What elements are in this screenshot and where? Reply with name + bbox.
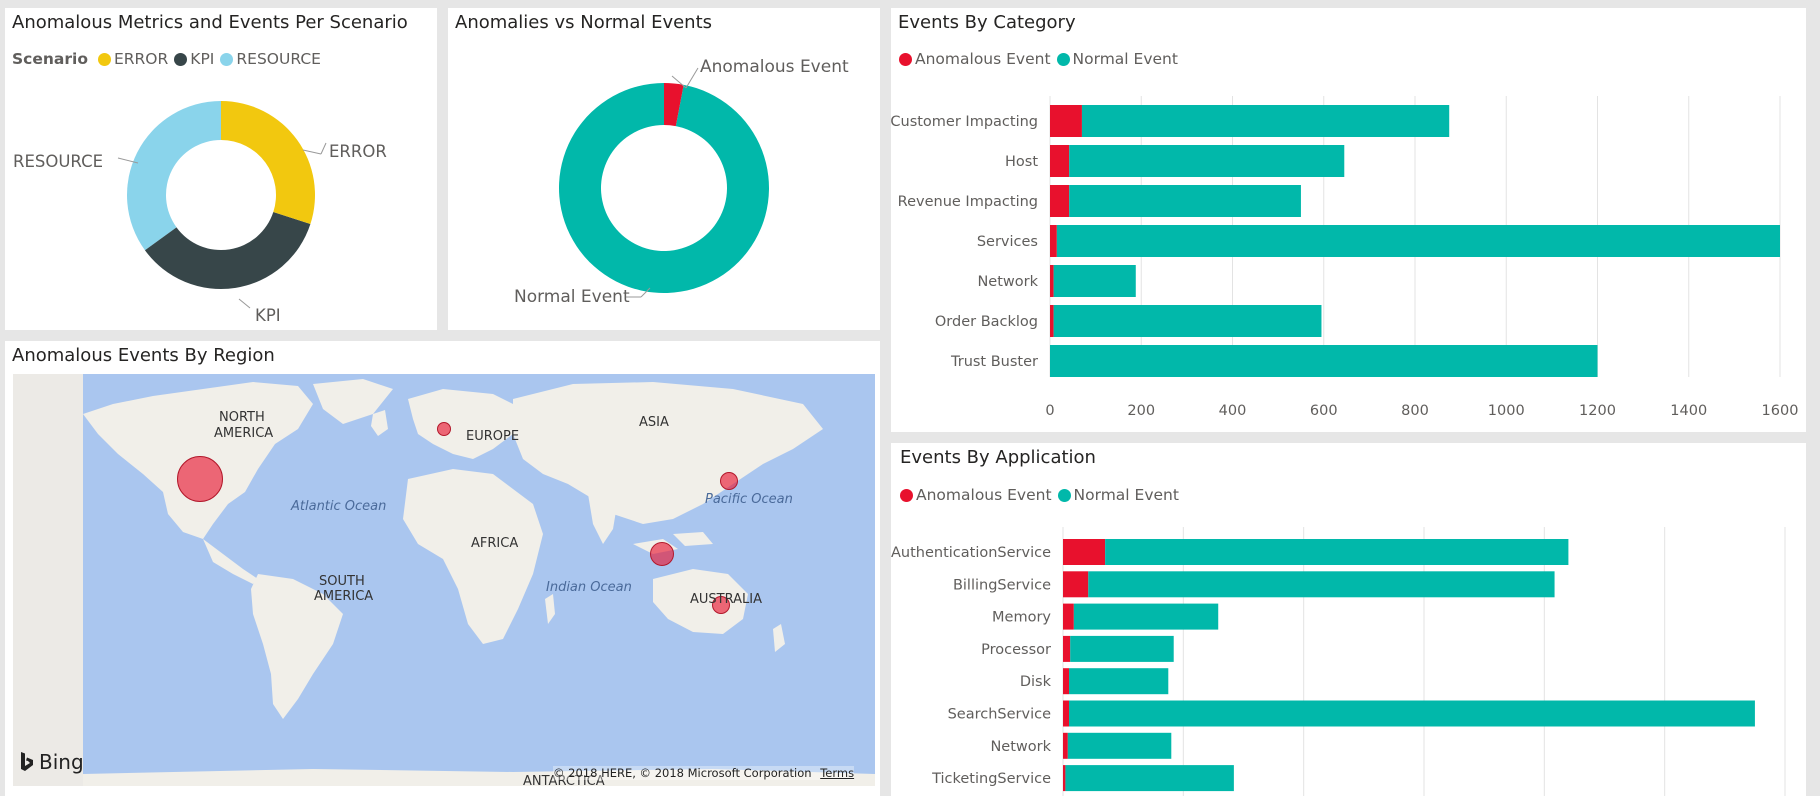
category-label-trust-buster: Trust Buster [950,354,1038,370]
bar-network-anomalous-event[interactable] [1063,732,1068,759]
x-tick-label: 1600 [1762,403,1799,419]
map-label-africa: AFRICA [471,536,519,551]
category-label-revenue-impacting: Revenue Impacting [898,194,1038,210]
application-bar-chart[interactable]: AuthenticationService BillingService Memor… [891,443,1806,796]
region-map[interactable]: NORTH AMERICA EUROPE ASIA AFRICA SOUTH A… [13,374,875,786]
bar-billingservice-anomalous-event[interactable] [1063,571,1089,598]
bar-order-backlog-anomalous-event[interactable] [1050,305,1054,337]
category-label-network: Network [977,274,1038,290]
x-tick-label: 1200 [1579,403,1616,419]
bar-authenticationservice-normal-event[interactable] [1105,539,1569,565]
category-panel: Events By Category Anomalous Event Norma… [891,8,1806,432]
bar-searchservice-anomalous-event[interactable] [1063,700,1070,727]
category-label-order-backlog: Order Backlog [935,314,1038,330]
bing-logo: Bing [20,750,84,774]
bar-network-normal-event[interactable] [1067,732,1172,759]
bar-host-normal-event[interactable] [1069,145,1345,177]
category-label-billingservice: BillingService [953,577,1051,593]
map-label-south-america-1: SOUTH [319,574,365,589]
category-label-memory: Memory [992,610,1051,626]
map-label-pacific: Pacific Ocean [705,492,793,507]
bar-disk-anomalous-event[interactable] [1063,668,1070,695]
bar-network-normal-event[interactable] [1053,265,1136,297]
bubble-indonesia[interactable] [650,542,674,566]
bar-revenue-impacting-normal-event[interactable] [1069,185,1301,217]
map-panel: Anomalous Events By Region NORTH AMERICA… [5,341,880,796]
scenario-label-error: ERROR [329,142,387,161]
scenario-slice-error[interactable] [221,101,316,225]
category-label-searchservice: SearchService [948,707,1051,723]
scenario-donut-chart[interactable]: ERROR RESOURCE KPI [5,8,437,330]
map-copyright: © 2018 HERE, © 2018 Microsoft Corporatio… [553,766,855,780]
x-tick-label: 200 [1127,403,1155,419]
map-label-north-america-1: NORTH [219,410,265,425]
scenario-label-kpi: KPI [255,306,281,325]
application-panel: Events By Application Anomalous Event No… [891,443,1806,796]
bar-memory-normal-event[interactable] [1073,603,1219,630]
category-bar-chart[interactable]: 0 200 400 600 800 1000 1200 1400 1600 Customer Im… [891,8,1806,432]
bar-customer-impacting-normal-event[interactable] [1081,105,1450,137]
scenario-slice-resource[interactable] [127,101,221,251]
bubble-japan[interactable] [720,472,738,490]
scenario-label-resource: RESOURCE [13,152,103,171]
map-label-atlantic: Atlantic Ocean [291,499,387,514]
map-label-south-america-2: AMERICA [314,589,374,604]
bar-services-normal-event[interactable] [1056,225,1780,257]
bar-authenticationservice-anomalous-event[interactable] [1063,539,1106,565]
bar-services-anomalous-event[interactable] [1050,225,1057,257]
bar-network-anomalous-event[interactable] [1050,265,1054,297]
bubble-europe[interactable] [437,422,451,436]
bar-revenue-impacting-anomalous-event[interactable] [1050,185,1070,217]
map-label-australia: AUSTRALIA [690,592,762,607]
anomalies-donut-chart[interactable]: Anomalous Event Normal Event [448,8,880,330]
category-label-customer-impacting: Customer Impacting [891,114,1038,130]
category-label-disk: Disk [1020,674,1052,690]
scenario-panel: Anomalous Metrics and Events Per Scenari… [5,8,437,330]
bar-searchservice-normal-event[interactable] [1069,700,1755,727]
anomalies-label-normal: Normal Event [514,287,630,307]
bar-ticketingservice-anomalous-event[interactable] [1063,765,1066,792]
x-tick-label: 800 [1401,403,1429,419]
bar-host-anomalous-event[interactable] [1050,145,1070,177]
x-tick-label: 400 [1219,403,1247,419]
map-bubbles [13,374,875,786]
x-tick-label: 0 [1045,403,1054,419]
map-label-indian: Indian Ocean [546,580,632,595]
bar-customer-impacting-anomalous-event[interactable] [1050,105,1082,137]
category-label-processor: Processor [981,642,1051,658]
bar-processor-normal-event[interactable] [1070,635,1174,662]
anomalies-panel: Anomalies vs Normal Events Anomalous Eve… [448,8,880,330]
bar-ticketingservice-normal-event[interactable] [1065,765,1234,792]
map-label-asia: ASIA [639,415,669,430]
bar-memory-anomalous-event[interactable] [1063,603,1074,630]
x-tick-label: 1000 [1488,403,1525,419]
x-tick-label: 1400 [1670,403,1707,419]
bar-order-backlog-normal-event[interactable] [1053,305,1322,337]
category-label-network: Network [990,739,1051,755]
bar-processor-anomalous-event[interactable] [1063,635,1071,662]
terms-link[interactable]: Terms [820,766,854,780]
map-label-europe: EUROPE [466,429,520,444]
map-label-north-america-2: AMERICA [214,426,274,441]
bar-billingservice-normal-event[interactable] [1088,571,1555,598]
bing-icon [20,752,34,772]
x-tick-label: 600 [1310,403,1338,419]
map-title: Anomalous Events By Region [12,345,275,366]
anomalies-label-anomalous: Anomalous Event [700,57,849,77]
bar-trust-buster-normal-event[interactable] [1050,345,1598,377]
category-label-services: Services [977,234,1038,250]
category-label-ticketingservice: TicketingService [931,771,1051,787]
bubble-north-america[interactable] [177,456,223,502]
category-label-host: Host [1005,154,1038,170]
category-label-authenticationservice: AuthenticationService [891,545,1051,561]
bar-disk-normal-event[interactable] [1069,668,1169,695]
